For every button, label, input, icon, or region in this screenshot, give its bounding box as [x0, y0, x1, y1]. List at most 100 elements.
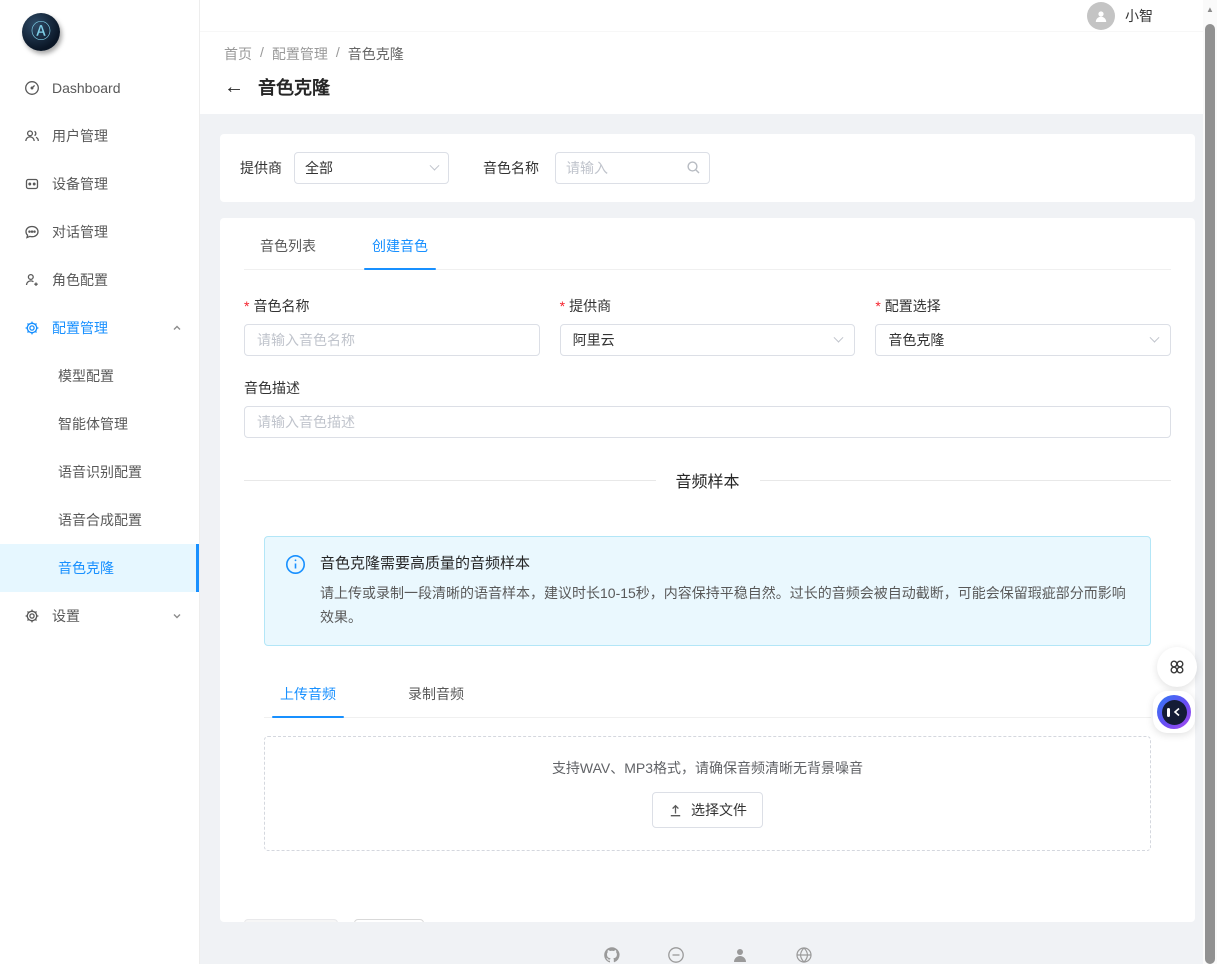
provider-filter-select[interactable]: 全部	[294, 152, 449, 184]
sidebar-subitem-label: 模型配置	[58, 366, 114, 386]
tab-create-voice[interactable]: 创建音色	[356, 224, 444, 269]
sidebar-item-role-config[interactable]: 角色配置	[0, 256, 199, 304]
section-divider: 音频样本	[244, 468, 1171, 492]
audio-tabs: 上传音频 录制音频	[264, 672, 1151, 718]
device-icon	[24, 176, 40, 192]
required-mark: *	[244, 298, 249, 314]
sidebar-subitem-asr-config[interactable]: 语音识别配置	[0, 448, 199, 496]
sidebar-subitem-model-config[interactable]: 模型配置	[0, 352, 199, 400]
github-icon[interactable]	[603, 946, 621, 964]
tab-record-audio[interactable]: 录制音频	[392, 672, 480, 717]
alert-title: 音色克隆需要高质量的音频样本	[320, 552, 1130, 573]
provider-filter-label: 提供商	[240, 158, 282, 178]
sidebar-item-device-management[interactable]: 设备管理	[0, 160, 199, 208]
voice-name-label: *音色名称	[244, 296, 540, 316]
chevron-down-icon	[171, 610, 183, 622]
config-select-value: 音色克隆	[888, 330, 944, 350]
gitee-icon[interactable]	[667, 946, 685, 964]
filter-card: 提供商 全部 音色名称	[220, 134, 1195, 202]
tab-upload-audio[interactable]: 上传音频	[264, 672, 352, 717]
assistant-robot-icon	[1157, 695, 1191, 729]
search-icon[interactable]	[686, 160, 701, 175]
sidebar-item-settings[interactable]: 设置	[0, 592, 199, 640]
footer	[220, 946, 1195, 964]
sidebar-subitem-tts-config[interactable]: 语音合成配置	[0, 496, 199, 544]
breadcrumb-current: 音色克隆	[348, 44, 404, 64]
sidebar-item-user-management[interactable]: 用户管理	[0, 112, 199, 160]
form-row: *音色名称 *提供商 阿里云 *配置选择 音色克隆	[244, 296, 1171, 356]
upload-hint: 支持WAV、MP3格式，请确保音频清晰无背景噪音	[552, 758, 863, 778]
scrollbar[interactable]: ▲	[1203, 0, 1217, 964]
scrollbar-thumb[interactable]	[1205, 24, 1215, 964]
page-header: 首页 / 配置管理 / 音色克隆 ← 音色克隆	[200, 32, 1217, 114]
sidebar-subitem-label: 语音识别配置	[58, 462, 142, 482]
provider-select[interactable]: 阿里云	[560, 324, 856, 356]
config-select[interactable]: 音色克隆	[875, 324, 1171, 356]
page-body: 提供商 全部 音色名称 音色列表 创建音色	[200, 114, 1217, 964]
sidebar-item-config-management[interactable]: 配置管理	[0, 304, 199, 352]
avatar[interactable]	[1087, 2, 1115, 30]
sidebar-subitem-agent-management[interactable]: 智能体管理	[0, 400, 199, 448]
breadcrumb-separator: /	[260, 44, 264, 64]
sidebar-item-label: 对话管理	[52, 222, 183, 242]
tab-voice-list[interactable]: 音色列表	[244, 224, 332, 269]
sidebar-subitem-label: 语音合成配置	[58, 510, 142, 530]
logo-icon: Ⓐ	[22, 13, 60, 51]
field-provider: *提供商 阿里云	[560, 296, 856, 356]
info-icon	[285, 554, 306, 575]
form-actions: 开始克隆 取 消	[244, 919, 1171, 922]
description-label: 音色描述	[244, 378, 1171, 398]
top-header: 小智	[200, 0, 1217, 32]
user-icon[interactable]	[731, 946, 749, 964]
globe-icon[interactable]	[795, 946, 813, 964]
sidebar-item-dashboard[interactable]: Dashboard	[0, 64, 199, 112]
widget-launcher-button[interactable]	[1157, 647, 1197, 687]
chat-icon	[24, 224, 40, 240]
app-window: Ⓐ Dashboard 用户管理 设备管理 对话管理 角色配置 配置管理	[0, 0, 1217, 964]
breadcrumb: 首页 / 配置管理 / 音色克隆	[224, 44, 1193, 64]
description-input[interactable]	[244, 406, 1171, 438]
voice-name-search	[555, 152, 710, 184]
start-clone-button[interactable]: 开始克隆	[244, 919, 338, 922]
chevron-down-icon	[1150, 332, 1160, 342]
section-title: 音频样本	[656, 468, 760, 492]
breadcrumb-home[interactable]: 首页	[224, 44, 252, 64]
sidebar: Ⓐ Dashboard 用户管理 设备管理 对话管理 角色配置 配置管理	[0, 0, 200, 964]
voice-name-filter-label: 音色名称	[483, 158, 539, 178]
breadcrumb-section[interactable]: 配置管理	[272, 44, 328, 64]
sidebar-item-label: 设置	[52, 606, 159, 626]
required-mark: *	[560, 298, 565, 314]
sidebar-subitem-label: 智能体管理	[58, 414, 128, 434]
user-plus-icon	[24, 272, 40, 288]
scroll-up-arrow[interactable]: ▲	[1203, 5, 1217, 14]
cancel-button[interactable]: 取 消	[354, 919, 424, 922]
main-tabs: 音色列表 创建音色	[244, 224, 1171, 270]
upload-dropzone[interactable]: 支持WAV、MP3格式，请确保音频清晰无背景噪音 选择文件	[264, 736, 1151, 851]
dashboard-icon	[24, 80, 40, 96]
chevron-up-icon	[171, 322, 183, 334]
sidebar-item-conversation-management[interactable]: 对话管理	[0, 208, 199, 256]
sidebar-item-label: 角色配置	[52, 270, 183, 290]
app-logo: Ⓐ	[0, 0, 199, 64]
sidebar-item-label: 配置管理	[52, 318, 159, 338]
spacer	[332, 224, 356, 269]
provider-filter-value: 全部	[305, 158, 333, 178]
upload-icon	[668, 803, 683, 818]
field-config: *配置选择 音色克隆	[875, 296, 1171, 356]
provider-select-value: 阿里云	[573, 330, 615, 350]
required-mark: *	[875, 298, 880, 314]
back-button[interactable]: ←	[224, 77, 244, 97]
audio-sample-section: 音色克隆需要高质量的音频样本 请上传或录制一段清晰的语音样本，建议时长10-15…	[264, 536, 1151, 851]
spacer	[352, 672, 392, 717]
content-card: 音色列表 创建音色 *音色名称 *提供商 阿里云	[220, 218, 1195, 922]
voice-name-input[interactable]	[244, 324, 540, 356]
page-title: 音色克隆	[258, 74, 330, 100]
assistant-button[interactable]	[1153, 691, 1195, 733]
username[interactable]: 小智	[1125, 6, 1153, 26]
grid-circles-icon	[1167, 657, 1187, 677]
chevron-down-icon	[430, 160, 440, 170]
main-column: 小智 首页 / 配置管理 / 音色克隆 ← 音色克隆 提供商 全部	[200, 0, 1217, 964]
choose-file-button[interactable]: 选择文件	[652, 792, 763, 828]
sidebar-subitem-voice-clone[interactable]: 音色克隆	[0, 544, 199, 592]
sidebar-item-label: Dashboard	[52, 80, 183, 96]
